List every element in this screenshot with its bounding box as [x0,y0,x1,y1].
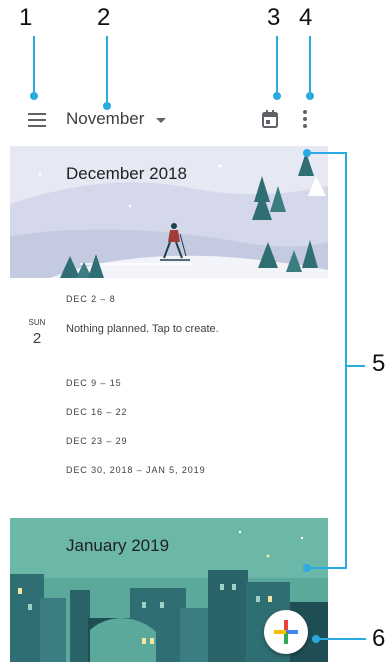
callout-2: 2 [97,4,111,31]
app-bar: November [10,96,328,144]
callout-6: 6 [372,625,386,652]
day-number: 2 [32,330,42,347]
more-vert-icon[interactable] [303,110,307,128]
december-title: December 2018 [66,164,187,183]
create-event-button[interactable] [264,610,308,654]
day-of-week: SUN [28,318,46,327]
calendar-today-icon[interactable] [262,110,278,128]
plus-icon [274,620,298,644]
week-header[interactable]: DEC 9 – 15 [66,378,122,388]
week-header[interactable]: DEC 23 – 29 [66,436,127,446]
callout-5: 5 [372,350,386,377]
caret-down-icon [156,118,166,123]
week-header[interactable]: DEC 2 – 8 [66,294,116,304]
callout-4: 4 [299,4,313,31]
callout-3: 3 [267,4,281,31]
december-banner: December 2018 [10,146,328,278]
calendar-screen: November December 2018 DEC 2 – 8 SUN 2 N… [10,96,328,662]
week-header[interactable]: DEC 16 – 22 [66,407,127,417]
callout-1: 1 [19,4,33,31]
week-header[interactable]: DEC 30, 2018 – JAN 5, 2019 [66,465,205,475]
january-title: January 2019 [66,536,170,555]
month-title: November [66,109,145,128]
empty-day-prompt[interactable]: Nothing planned. Tap to create. [66,323,219,335]
menu-icon[interactable] [28,113,46,127]
